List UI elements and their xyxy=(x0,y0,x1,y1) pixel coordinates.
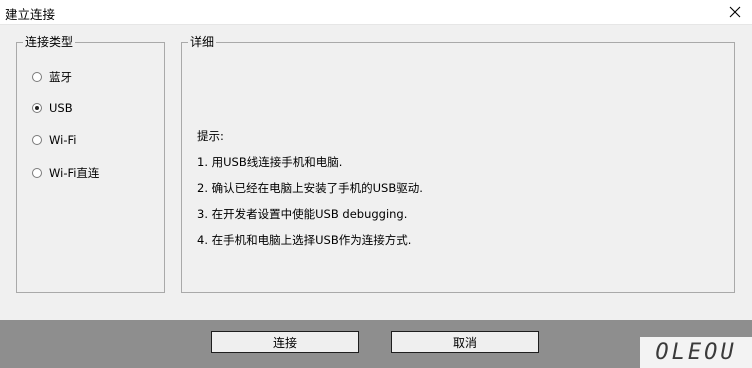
radio-circle xyxy=(32,135,42,145)
radio-wifi-direct[interactable]: Wi-Fi直连 xyxy=(32,165,99,181)
radio-label: USB xyxy=(49,101,73,115)
watermark: OLEOU xyxy=(640,337,752,368)
radio-label: Wi-Fi直连 xyxy=(49,166,100,180)
dialog-body: 连接类型 蓝牙 USB Wi-Fi Wi-Fi直连 详细 提示: 1. 用USB… xyxy=(0,25,752,320)
tip-line: 1. 用USB线连接手机和电脑. xyxy=(197,155,343,169)
tips-heading: 提示: xyxy=(197,129,224,143)
cancel-button[interactable]: 取消 xyxy=(391,331,539,353)
connection-type-group: 连接类型 蓝牙 USB Wi-Fi Wi-Fi直连 xyxy=(16,36,165,293)
connect-button[interactable]: 连接 xyxy=(211,331,359,353)
details-group: 详细 提示: 1. 用USB线连接手机和电脑. 2. 确认已经在电脑上安装了手机… xyxy=(181,36,735,293)
radio-usb[interactable]: USB xyxy=(32,101,73,115)
close-icon xyxy=(729,6,741,18)
tip-line: 2. 确认已经在电脑上安装了手机的USB驱动. xyxy=(197,181,423,195)
radio-circle xyxy=(32,72,42,82)
connection-type-legend: 连接类型 xyxy=(23,35,76,49)
tip-line: 4. 在手机和电脑上选择USB作为连接方式. xyxy=(197,233,412,247)
radio-label: Wi-Fi xyxy=(49,133,77,147)
tip-line: 3. 在开发者设置中使能USB debugging. xyxy=(197,207,408,221)
close-button[interactable] xyxy=(718,0,752,24)
radio-bluetooth[interactable]: 蓝牙 xyxy=(32,69,72,85)
radio-wifi[interactable]: Wi-Fi xyxy=(32,133,76,147)
radio-circle xyxy=(32,103,42,113)
radio-label: 蓝牙 xyxy=(49,70,72,84)
radio-circle xyxy=(32,168,42,178)
window-title: 建立连接 xyxy=(5,7,56,22)
title-bar: 建立连接 xyxy=(0,0,752,25)
details-legend: 详细 xyxy=(188,35,217,49)
